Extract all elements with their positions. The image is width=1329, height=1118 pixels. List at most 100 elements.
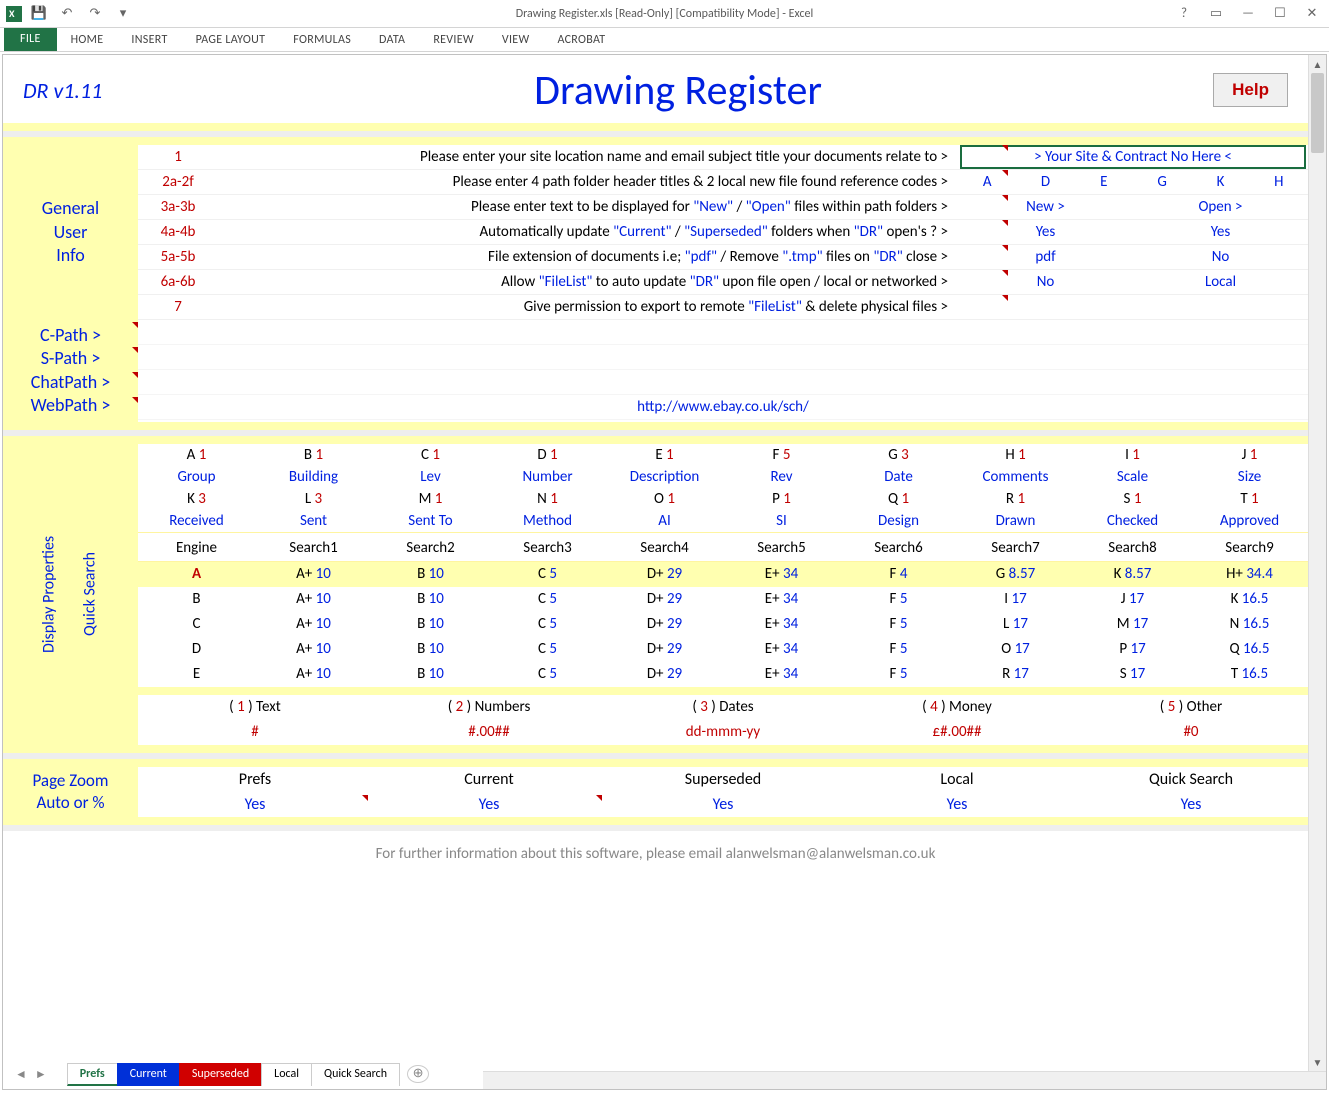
zoom-value[interactable]: Yes [606,795,840,814]
web-path-value[interactable]: http://www.ebay.co.uk/sch/ [138,395,1308,420]
qat-customize-icon[interactable]: ▾ [112,3,134,25]
column-letter[interactable]: E 1 [606,444,723,466]
engine-cell[interactable]: A+ 10 [255,665,372,683]
engine-cell[interactable]: F 5 [840,615,957,633]
scroll-up-icon[interactable]: ▲ [1309,55,1326,73]
column-name[interactable]: Sent [255,510,372,532]
sheet-tab-superseded[interactable]: Superseded [179,1063,262,1086]
format-value[interactable]: #0 [1074,723,1308,741]
column-name[interactable]: Group [138,466,255,488]
engine-cell[interactable]: O 17 [957,640,1074,658]
engine-cell[interactable]: D+ 29 [606,665,723,683]
setting-value-cell[interactable]: No [958,273,1133,291]
column-name[interactable]: Method [489,510,606,532]
site-contract-cell[interactable]: > Your Site & Contract No Here < [960,145,1306,169]
chat-path-value[interactable] [138,370,1308,395]
column-name[interactable]: Description [606,466,723,488]
column-letter[interactable]: O 1 [606,488,723,510]
setting-value-cell[interactable]: Local [1133,273,1308,291]
column-letter[interactable]: G 3 [840,444,957,466]
ribbon-tab-insert[interactable]: INSERT [117,29,181,51]
engine-key[interactable]: A [138,565,255,583]
setting-value-cell[interactable]: Open > [1133,198,1308,216]
column-letter[interactable]: L 3 [255,488,372,510]
header-letter-cell[interactable]: H [1250,173,1308,191]
tab-nav-prev-icon[interactable]: ◄ [13,1067,29,1082]
engine-cell[interactable]: F 5 [840,640,957,658]
engine-cell[interactable]: A+ 10 [255,640,372,658]
ribbon-options-icon[interactable]: ▭ [1205,3,1227,25]
header-letter-cell[interactable]: E [1075,173,1133,191]
engine-cell[interactable]: H+ 34.4 [1191,565,1308,583]
undo-icon[interactable]: ↶ [56,3,78,25]
engine-cell[interactable]: C 5 [489,590,606,608]
c-path-value[interactable] [138,320,1308,345]
engine-cell[interactable]: I 17 [957,590,1074,608]
scroll-down-icon[interactable]: ▼ [1309,1053,1326,1071]
engine-cell[interactable]: E+ 34 [723,590,840,608]
engine-cell[interactable]: G 8.57 [957,565,1074,583]
s-path-value[interactable] [138,345,1308,370]
ribbon-tab-acrobat[interactable]: ACROBAT [543,29,619,51]
close-icon[interactable]: ✕ [1301,3,1323,25]
column-letter[interactable]: K 3 [138,488,255,510]
ribbon-tab-view[interactable]: VIEW [488,29,544,51]
redo-icon[interactable]: ↷ [84,3,106,25]
help-icon[interactable]: ? [1173,3,1195,25]
column-name[interactable]: Design [840,510,957,532]
column-letter[interactable]: M 1 [372,488,489,510]
engine-cell[interactable]: C 5 [489,615,606,633]
minimize-icon[interactable]: — [1237,3,1259,25]
horizontal-scrollbar[interactable] [483,1071,1326,1089]
sheet-tab-local[interactable]: Local [261,1063,312,1086]
engine-cell[interactable]: R 17 [957,665,1074,683]
column-letter[interactable]: T 1 [1191,488,1308,510]
column-letter[interactable]: H 1 [957,444,1074,466]
column-name[interactable]: Date [840,466,957,488]
column-letter[interactable]: D 1 [489,444,606,466]
engine-cell[interactable]: P 17 [1074,640,1191,658]
column-name[interactable]: Size [1191,466,1308,488]
sheet-tab-current[interactable]: Current [117,1063,180,1086]
engine-cell[interactable]: D+ 29 [606,640,723,658]
chat-path-link[interactable]: ChatPath > [31,371,110,394]
format-value[interactable]: # [138,723,372,741]
header-letter-cell[interactable]: D [1016,173,1074,191]
column-name[interactable]: Checked [1074,510,1191,532]
column-name[interactable]: Rev [723,466,840,488]
engine-key[interactable]: E [138,665,255,683]
engine-cell[interactable]: E+ 34 [723,615,840,633]
column-letter[interactable]: Q 1 [840,488,957,510]
column-letter[interactable]: J 1 [1191,444,1308,466]
engine-key[interactable]: D [138,640,255,658]
column-name[interactable]: SI [723,510,840,532]
engine-cell[interactable]: S 17 [1074,665,1191,683]
column-name[interactable]: AI [606,510,723,532]
engine-cell[interactable]: M 17 [1074,615,1191,633]
help-button[interactable]: Help [1213,73,1288,107]
vertical-scrollbar[interactable]: ▲ ▼ [1308,55,1326,1071]
column-letter[interactable]: C 1 [372,444,489,466]
column-letter[interactable]: P 1 [723,488,840,510]
column-letter[interactable]: I 1 [1074,444,1191,466]
engine-cell[interactable]: B 10 [372,590,489,608]
engine-cell[interactable]: E+ 34 [723,665,840,683]
engine-cell[interactable]: D+ 29 [606,615,723,633]
setting-value-cell[interactable]: New > [958,198,1133,216]
engine-cell[interactable]: C 5 [489,640,606,658]
engine-cell[interactable]: B 10 [372,665,489,683]
engine-cell[interactable]: E+ 34 [723,640,840,658]
setting-value-cell[interactable]: No [1133,248,1308,266]
s-path-link[interactable]: S-Path > [41,347,101,370]
add-sheet-icon[interactable]: ⊕ [407,1065,429,1083]
engine-cell[interactable]: B 10 [372,565,489,583]
column-name[interactable]: Sent To [372,510,489,532]
column-name[interactable]: Lev [372,466,489,488]
column-letter[interactable]: F 5 [723,444,840,466]
format-value[interactable]: #.00## [372,723,606,741]
column-letter[interactable]: R 1 [957,488,1074,510]
ribbon-tab-file[interactable]: FILE [4,27,57,51]
engine-cell[interactable]: A+ 10 [255,565,372,583]
zoom-value[interactable]: Yes [1074,795,1308,814]
column-name[interactable]: Number [489,466,606,488]
